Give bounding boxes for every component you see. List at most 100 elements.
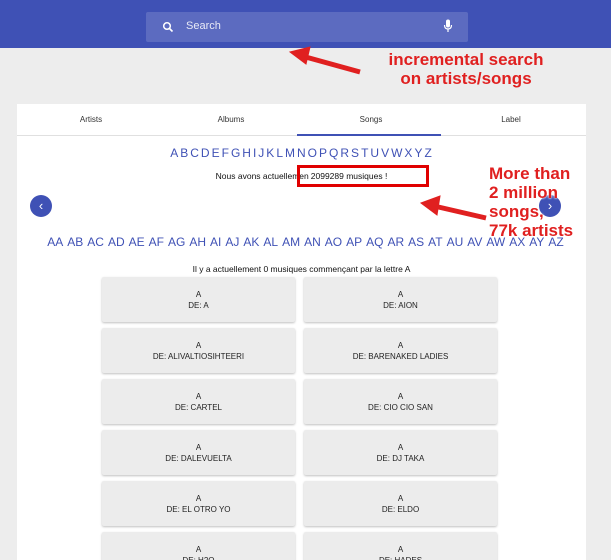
song-artist: DE: DJ TAKA [376, 454, 425, 463]
song-title: A [397, 545, 404, 554]
back-button[interactable]: ‹ [30, 195, 52, 217]
song-card[interactable]: A DE: EL OTRO YO [102, 481, 295, 526]
song-card[interactable]: A DE: CARTEL [102, 379, 295, 424]
microphone-icon[interactable] [443, 19, 453, 38]
song-artist: DE: CIO CIO SAN [368, 403, 433, 412]
tab-songs[interactable]: Songs [301, 115, 441, 124]
annotation-search: incremental search on artists/songs [366, 50, 566, 88]
song-card[interactable]: A DE: CIO CIO SAN [304, 379, 497, 424]
prefix-link[interactable]: AF [149, 235, 164, 249]
annotation-search-line2: on artists/songs [400, 69, 532, 88]
prefix-link[interactable]: AA [47, 235, 63, 249]
letter-link[interactable]: A [170, 146, 179, 160]
letter-link[interactable]: T [361, 146, 369, 160]
prefix-link[interactable]: AV [467, 235, 482, 249]
annotation-million-line2: 2 million [489, 183, 558, 202]
prefix-link[interactable]: AC [87, 235, 104, 249]
letter-link[interactable]: O [308, 146, 318, 160]
prefix-link[interactable]: AO [325, 235, 342, 249]
tab-artists[interactable]: Artists [21, 115, 161, 124]
song-artist: DE: EL OTRO YO [166, 505, 231, 514]
prefix-link[interactable]: AT [428, 235, 442, 249]
song-card[interactable]: A DE: H2O [102, 532, 295, 560]
prefix-link[interactable]: AH [189, 235, 206, 249]
song-card[interactable]: A DE: DALEVUELTA [102, 430, 295, 475]
letter-link[interactable]: K [266, 146, 275, 160]
song-card[interactable]: A DE: ELDO [304, 481, 497, 526]
prefix-link[interactable]: AR [387, 235, 404, 249]
letter-link[interactable]: D [201, 146, 211, 160]
letter-link[interactable]: G [231, 146, 241, 160]
search-bar[interactable]: Search [146, 12, 468, 42]
song-title: A [195, 392, 202, 401]
letter-link[interactable]: V [381, 146, 390, 160]
song-title: A [397, 341, 404, 350]
song-title: A [195, 443, 202, 452]
song-card[interactable]: A DE: HADES [304, 532, 497, 560]
prefix-link[interactable]: AJ [225, 235, 239, 249]
letter-link[interactable]: M [285, 146, 296, 160]
letter-link[interactable]: H [242, 146, 252, 160]
song-card[interactable]: A DE: A [102, 277, 295, 322]
prefix-link[interactable]: AD [108, 235, 125, 249]
prefix-link[interactable]: AM [282, 235, 300, 249]
song-artist: DE: AION [383, 301, 418, 310]
song-title: A [195, 494, 202, 503]
letter-link[interactable]: C [190, 146, 200, 160]
tab-bar: Artists Albums Songs Label [17, 104, 586, 136]
letter-link[interactable]: W [391, 146, 403, 160]
filter-note: Il y a actuellement 0 musiques commençan… [192, 264, 411, 274]
song-title: A [195, 290, 202, 299]
song-artist: DE: DALEVUELTA [165, 454, 232, 463]
song-title: A [195, 545, 202, 554]
letter-link[interactable]: E [212, 146, 221, 160]
prefix-link[interactable]: AU [447, 235, 464, 249]
song-card[interactable]: A DE: BARENAKED LADIES [304, 328, 497, 373]
tab-albums[interactable]: Albums [161, 115, 301, 124]
song-title: A [397, 494, 404, 503]
annotation-million-line3: songs, [489, 202, 544, 221]
letter-link[interactable]: P [319, 146, 328, 160]
song-count-prefix: Nous avons actuellemen [215, 171, 309, 181]
letter-link[interactable]: U [370, 146, 380, 160]
letter-link[interactable]: L [276, 146, 284, 160]
song-artist: DE: HADES [304, 556, 497, 560]
prefix-link[interactable]: AQ [366, 235, 383, 249]
song-card[interactable]: A DE: AION [304, 277, 497, 322]
letter-link[interactable]: R [340, 146, 350, 160]
prefix-link[interactable]: AL [263, 235, 278, 249]
search-icon [162, 20, 174, 38]
prefix-link[interactable]: AI [210, 235, 221, 249]
song-artist: DE: ELDO [381, 505, 420, 514]
tab-label[interactable]: Label [441, 115, 581, 124]
letter-link[interactable]: N [297, 146, 307, 160]
highlight-box [297, 165, 429, 187]
prefix-link[interactable]: AB [67, 235, 83, 249]
prefix-link[interactable]: AS [408, 235, 424, 249]
active-tab-indicator [297, 134, 441, 136]
letter-link[interactable]: Q [329, 146, 339, 160]
song-artist: DE: A [188, 301, 209, 310]
prefix-link[interactable]: AE [129, 235, 145, 249]
prefix-link[interactable]: AN [304, 235, 321, 249]
song-artist: DE: ALIVALTIOSIHTEERI [152, 352, 245, 361]
prefix-link[interactable]: AP [346, 235, 362, 249]
annotation-million-line4: 77k artists [489, 221, 574, 240]
letter-link[interactable]: B [180, 146, 189, 160]
letter-link[interactable]: X [404, 146, 413, 160]
prefix-link[interactable]: AG [168, 235, 185, 249]
song-card[interactable]: A DE: DJ TAKA [304, 430, 497, 475]
letter-link[interactable]: J [258, 146, 265, 160]
song-title: A [195, 341, 202, 350]
letter-link[interactable]: Y [414, 146, 423, 160]
letter-link[interactable]: Z [424, 146, 432, 160]
letter-link[interactable]: F [222, 146, 230, 160]
letter-link[interactable]: S [351, 146, 360, 160]
letter-link[interactable]: I [253, 146, 257, 160]
search-input[interactable]: Search [186, 20, 221, 32]
annotation-million-line1: More than [489, 164, 571, 183]
song-card[interactable]: A DE: ALIVALTIOSIHTEERI [102, 328, 295, 373]
song-artist: DE: BARENAKED LADIES [352, 352, 449, 361]
prefix-link[interactable]: AK [243, 235, 259, 249]
annotation-search-line1: incremental search [388, 50, 544, 69]
